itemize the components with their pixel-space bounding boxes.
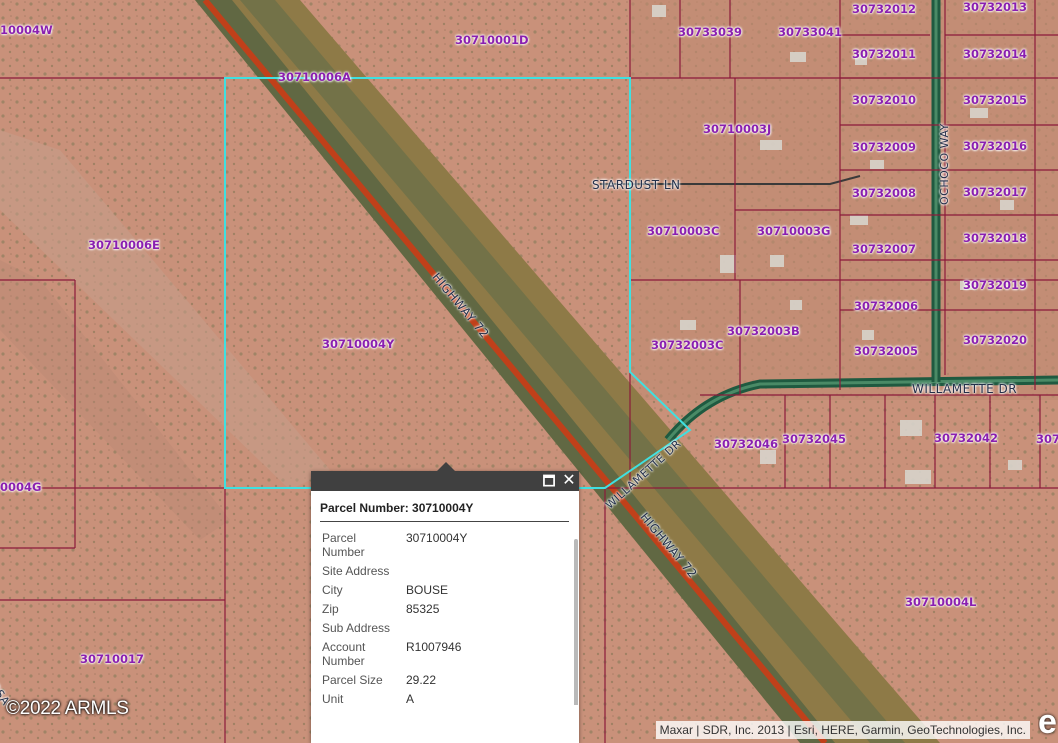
- attribute-key: Sub Address: [322, 621, 391, 635]
- parcel-label: 30732006: [854, 299, 919, 313]
- parcel-label: 30732011: [852, 47, 917, 61]
- popup-title: Parcel Number: 30710004Y: [320, 501, 569, 522]
- attribute-value: BOUSE: [406, 583, 449, 597]
- parcel-label: 30710006E: [88, 238, 160, 252]
- road-label-willamette: WILLAMETTE DR: [912, 382, 1018, 396]
- attribute-key: Site Address: [322, 564, 390, 578]
- parcel-label: 30732009: [852, 140, 917, 154]
- parcel-label: 30732046: [714, 437, 779, 451]
- popup-body[interactable]: Parcel Number: 30710004Y Parcel Number 30…: [311, 491, 579, 705]
- parcel-label: 10004W: [0, 23, 53, 37]
- attribute-row: Parcel Number 30710004Y: [320, 528, 469, 561]
- attribute-row: Parcel Size 29.22: [320, 670, 469, 689]
- attribute-key: Zip: [322, 602, 339, 616]
- attribute-key: Parcel Number: [322, 531, 365, 559]
- popup-pointer: [436, 462, 456, 472]
- parcel-label: 30732005: [854, 344, 919, 358]
- popup-scrollbar[interactable]: [574, 539, 578, 705]
- attribute-row: Unit Measurement A: [320, 689, 469, 705]
- maximize-icon[interactable]: 🗖: [541, 473, 557, 489]
- attribute-key: City: [322, 583, 343, 597]
- parcel-label: 30732017: [963, 185, 1028, 199]
- parcel-label: 30732003C: [651, 338, 724, 352]
- parcel-popup[interactable]: 🗖 ✕ Parcel Number: 30710004Y Parcel Numb…: [311, 462, 579, 743]
- parcel-label: 30732019: [963, 278, 1028, 292]
- parcel-label: 30732018: [963, 231, 1028, 245]
- parcel-label: 30710003J: [703, 122, 772, 136]
- road-label-stardust: STARDUST LN: [592, 178, 681, 192]
- parcel-label: 30732008: [852, 186, 917, 200]
- attribute-key: Parcel Size: [322, 673, 383, 687]
- attribute-value: [404, 561, 469, 580]
- parcel-label: 30733041: [778, 25, 843, 39]
- attribute-value: [404, 618, 469, 637]
- parcel-label: 30710001D: [455, 33, 529, 47]
- parcel-label: 30732012: [852, 2, 917, 16]
- attribute-row: Zip 85325: [320, 599, 469, 618]
- attribute-value: R1007946: [406, 640, 462, 654]
- parcel-label: 3071: [1036, 432, 1058, 446]
- copyright-watermark: ©2022 ARMLS: [6, 698, 129, 719]
- parcel-label: 30732013: [963, 0, 1028, 14]
- attribute-row: Site Address: [320, 561, 469, 580]
- parcel-label: 30732003B: [727, 324, 800, 338]
- attribute-key: Account Number: [322, 640, 366, 668]
- parcel-label: 30710004Y: [322, 337, 395, 351]
- parcel-label: 30710003G: [757, 224, 831, 238]
- parcel-label: 30710006A: [278, 70, 351, 84]
- attribute-row: Account Number R1007946: [320, 637, 469, 670]
- parcel-label: 30733039: [678, 25, 743, 39]
- map-attribution[interactable]: Maxar | SDR, Inc. 2013 | Esri, HERE, Gar…: [655, 721, 1030, 739]
- attribute-row: Sub Address: [320, 618, 469, 637]
- parcel-label: 30710003C: [647, 224, 720, 238]
- attribute-row: City BOUSE: [320, 580, 469, 599]
- parcel-label: 0004G: [0, 480, 42, 494]
- parcel-label: 30732014: [963, 47, 1028, 61]
- parcel-label: 30732042: [934, 431, 999, 445]
- parcel-label: 30732015: [963, 93, 1028, 107]
- esri-logo[interactable]: e: [1038, 703, 1058, 741]
- parcel-label: 30732010: [852, 93, 917, 107]
- road-label-ochoco: OCHOCO WAY: [938, 123, 951, 205]
- popup-header: 🗖 ✕: [311, 462, 579, 491]
- attribute-key: Unit Measurement: [322, 692, 344, 705]
- parcel-label: 30732016: [963, 139, 1028, 153]
- parcel-label: 30710004L: [905, 595, 977, 609]
- attribute-table: Parcel Number 30710004Y Site Address City BO…: [320, 528, 469, 705]
- close-icon[interactable]: ✕: [561, 473, 577, 489]
- parcel-label: 30732020: [963, 333, 1028, 347]
- attribute-value: 29.22: [406, 673, 437, 687]
- attribute-value: A: [406, 692, 415, 705]
- attribute-value: 85325: [406, 602, 440, 616]
- parcel-label: 30710017: [80, 652, 145, 666]
- parcel-label: 30732007: [852, 242, 917, 256]
- attribute-value: 30710004Y: [406, 531, 468, 545]
- parcel-label: 30732045: [782, 432, 847, 446]
